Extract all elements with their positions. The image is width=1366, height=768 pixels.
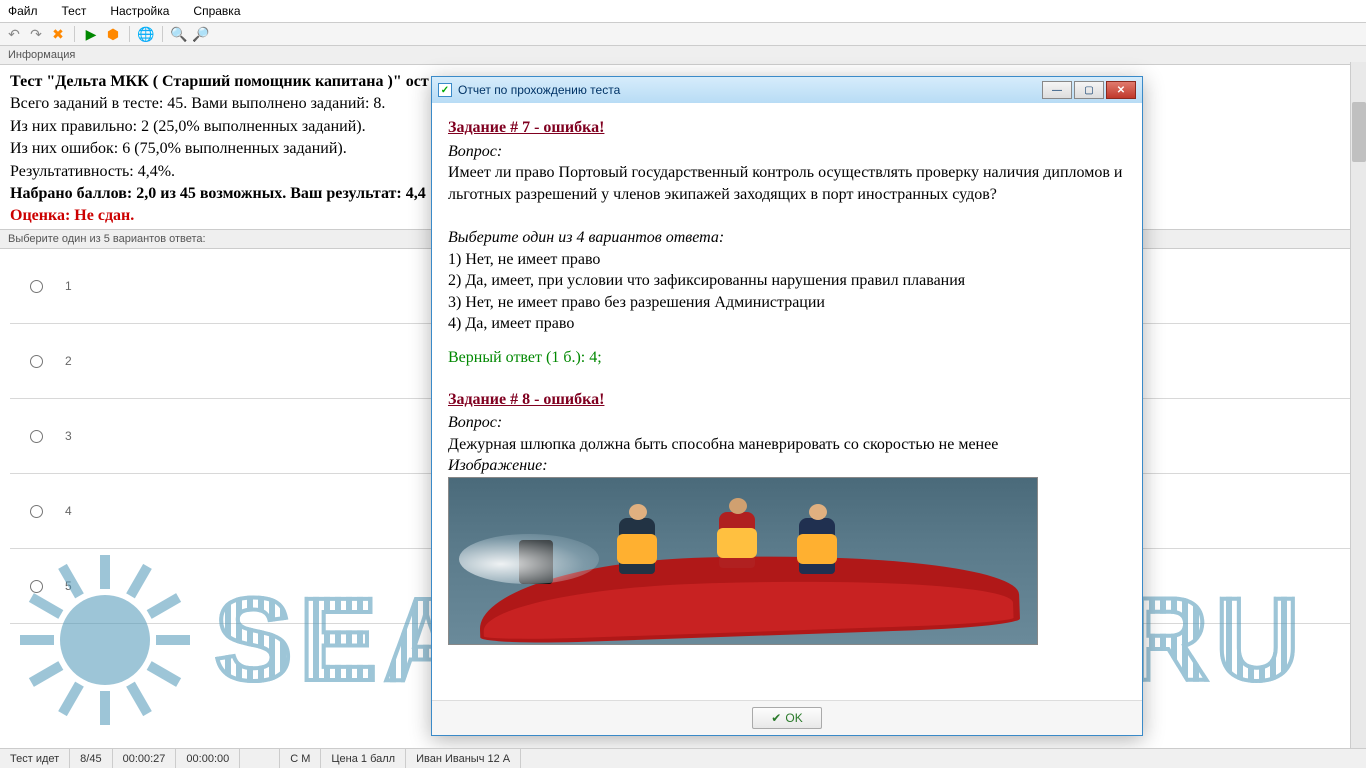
answer-radio-3[interactable] [30,430,43,443]
answer-radio-4[interactable] [30,505,43,518]
info-panel-header: Информация [0,46,1366,65]
zoom-out-icon[interactable]: 🔎 [193,26,209,42]
status-running: Тест идет [0,749,70,768]
answer-label: 3 [65,429,72,443]
dialog-title: Отчет по прохождению теста [458,83,620,97]
minimize-button[interactable]: — [1042,81,1072,99]
menubar: Файл Тест Настройка Справка [0,0,1366,23]
dialog-titlebar[interactable]: ✓ Отчет по прохождению теста — ▢ ✕ [432,77,1142,103]
menu-settings[interactable]: Настройка [106,2,173,20]
zoom-in-icon[interactable]: 🔍 [171,26,187,42]
undo-icon[interactable]: ↶ [6,26,22,42]
toolbar-separator [162,26,163,42]
answer-label: 4 [65,504,72,518]
status-progress: 8/45 [70,749,112,768]
report-dialog: ✓ Отчет по прохождению теста — ▢ ✕ Задан… [431,76,1143,736]
statusbar: Тест идет 8/45 00:00:27 00:00:00 С М Цен… [0,748,1366,768]
dialog-footer: ✔OK [432,700,1142,735]
globe-icon[interactable]: 🌐 [138,26,154,42]
answer-label: 2 [65,354,72,368]
toolbar: ↶ ↷ ✖ ▶ ⬢ 🌐 🔍 🔎 [0,23,1366,46]
toolbar-separator [129,26,130,42]
delete-icon[interactable]: ✖ [50,26,66,42]
checkmark-icon: ✓ [438,83,452,97]
menu-test[interactable]: Тест [58,2,91,20]
dialog-body: Задание # 7 - ошибка! Вопрос: Имеет ли п… [432,103,1142,700]
close-button[interactable]: ✕ [1106,81,1136,99]
redo-icon[interactable]: ↷ [28,26,44,42]
ok-button[interactable]: ✔OK [752,707,821,729]
task7-question-label: Вопрос: [448,141,1126,163]
task7-option-4: 4) Да, имеет право [448,313,1126,335]
menu-help[interactable]: Справка [189,2,244,20]
task8-header: Задание # 8 - ошибка! [448,389,1126,411]
task7-correct-answer: Верный ответ (1 б.): 4; [448,347,1126,369]
task7-option-2: 2) Да, имеет, при условии что зафиксиров… [448,270,1126,292]
play-icon[interactable]: ▶ [83,26,99,42]
scrollbar-thumb[interactable] [1352,102,1366,162]
task7-option-3: 3) Нет, не имеет право без разрешения Ад… [448,292,1126,314]
task7-question: Имеет ли право Портовый государственный … [448,162,1126,205]
maximize-button[interactable]: ▢ [1074,81,1104,99]
status-total: 00:00:00 [176,749,240,768]
task7-choose-label: Выберите один из 4 вариантов ответа: [448,227,1126,249]
task8-question: Дежурная шлюпка должна быть способна ман… [448,434,1126,456]
task8-image [448,477,1038,645]
status-elapsed: 00:00:27 [113,749,177,768]
task8-image-label: Изображение: [448,455,1126,477]
answer-label: 1 [65,279,72,293]
menu-file[interactable]: Файл [4,2,42,20]
answer-radio-5[interactable] [30,580,43,593]
status-user: Иван Иваныч 12 А [406,749,521,768]
toolbar-separator [74,26,75,42]
answer-label: 5 [65,579,72,593]
task7-option-1: 1) Нет, не имеет право [448,249,1126,271]
status-cm: С М [280,749,321,768]
answer-radio-1[interactable] [30,280,43,293]
answer-radio-2[interactable] [30,355,43,368]
task7-header: Задание # 7 - ошибка! [448,117,1126,139]
main-scrollbar[interactable] [1350,62,1366,748]
status-price: Цена 1 балл [321,749,406,768]
task8-question-label: Вопрос: [448,412,1126,434]
stop-icon[interactable]: ⬢ [105,26,121,42]
